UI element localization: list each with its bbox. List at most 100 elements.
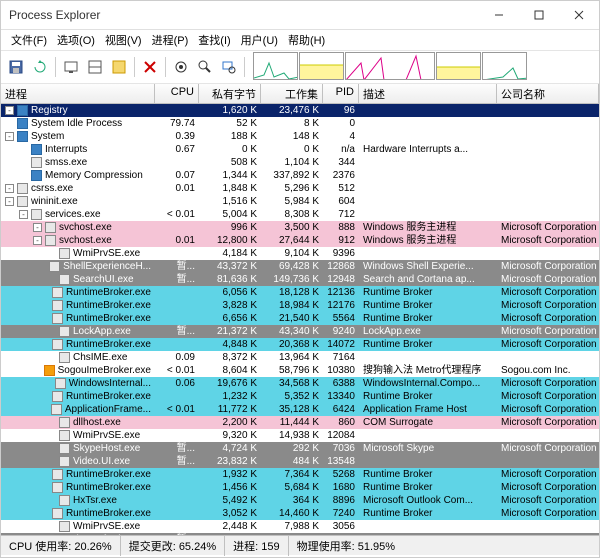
header-process[interactable]: 进程 [1, 84, 155, 103]
tree-toggle[interactable]: - [5, 197, 14, 206]
tree-toggle[interactable]: - [5, 106, 14, 115]
process-name: smss.exe [45, 156, 87, 169]
table-row[interactable]: -System0.39188 K148 K4 [1, 130, 599, 143]
kill-icon[interactable] [139, 56, 161, 78]
cpu-graph[interactable] [253, 52, 298, 80]
table-row[interactable]: -csrss.exe0.011,848 K5,296 K512 [1, 182, 599, 195]
header-pid[interactable]: PID [323, 84, 359, 103]
table-row[interactable]: HxTsr.exe5,492 K364 K8896Microsoft Outlo… [1, 494, 599, 507]
process-name: RuntimeBroker.exe [66, 507, 151, 520]
process-name: WindowsInternal... [69, 377, 151, 390]
table-row[interactable]: Interrupts0.670 K0 Kn/aHardware Interrup… [1, 143, 599, 156]
header-description[interactable]: 描述 [359, 84, 497, 103]
commit-graph[interactable] [299, 52, 344, 80]
gpu-graph[interactable] [482, 52, 527, 80]
table-row[interactable]: -wininit.exe1,516 K5,984 K604 [1, 195, 599, 208]
menu-user[interactable]: 用户(U) [237, 31, 282, 49]
table-row[interactable]: -svchost.exe996 K3,500 K888Windows 服务主进程… [1, 221, 599, 234]
menubar: 文件(F) 选项(O) 视图(V) 进程(P) 查找(I) 用户(U) 帮助(H… [1, 30, 599, 50]
process-name: SkypeHost.exe [73, 442, 140, 455]
process-name: RuntimeBroker.exe [66, 299, 151, 312]
table-row[interactable]: SearchUI.exe暂...81,636 K149,736 K12948Se… [1, 273, 599, 286]
process-name: RuntimeBroker.exe [66, 390, 151, 403]
process-icon [59, 495, 70, 506]
table-row[interactable]: LockApp.exe暂...21,372 K43,340 K9240LockA… [1, 325, 599, 338]
table-row[interactable]: RuntimeBroker.exe6,056 K18,128 K12136Run… [1, 286, 599, 299]
target-icon[interactable] [170, 56, 192, 78]
tree-toggle[interactable]: - [5, 132, 14, 141]
process-name: ChsIME.exe [73, 351, 127, 364]
process-name: dllhost.exe [73, 416, 121, 429]
table-row[interactable]: dllhost.exe2,200 K11,444 K860COM Surroga… [1, 416, 599, 429]
menu-options[interactable]: 选项(O) [53, 31, 99, 49]
table-row[interactable]: -svchost.exe0.0112,800 K27,644 K912Windo… [1, 234, 599, 247]
process-icon [52, 508, 63, 519]
header-workingset[interactable]: 工作集 [261, 84, 323, 103]
table-row[interactable]: Memory Compression0.071,344 K337,892 K23… [1, 169, 599, 182]
process-icon [52, 300, 63, 311]
table-row[interactable]: RuntimeBroker.exe1,932 K7,364 K5268Runti… [1, 468, 599, 481]
io-graph[interactable] [345, 52, 435, 80]
process-icon [31, 209, 42, 220]
table-row[interactable]: ShellExperienceH...暂...43,372 K69,428 K1… [1, 260, 599, 273]
table-row[interactable]: SogouImeBroker.exe< 0.018,604 K58,796 K1… [1, 364, 599, 377]
header-privbytes[interactable]: 私有字节 [199, 84, 261, 103]
process-icon [55, 378, 66, 389]
tree-toggle[interactable]: - [33, 236, 42, 245]
table-row[interactable]: RuntimeBroker.exe4,848 K20,368 K14072Run… [1, 338, 599, 351]
process-icon [17, 105, 28, 116]
process-icon [44, 365, 55, 376]
header-company[interactable]: 公司名称 [497, 84, 599, 103]
table-row[interactable]: WmiPrvSE.exe9,320 K14,938 K12084 [1, 429, 599, 442]
status-cpu: CPU 使用率: 20.26% [1, 536, 121, 556]
table-row[interactable]: RuntimeBroker.exe3,052 K14,460 K7240Runt… [1, 507, 599, 520]
physmem-graph[interactable] [436, 52, 481, 80]
process-icon [59, 521, 70, 532]
table-row[interactable]: -Registry1,620 K23,476 K96 [1, 104, 599, 117]
table-row[interactable]: RuntimeBroker.exe1,456 K5,684 K1680Runti… [1, 481, 599, 494]
table-row[interactable]: RuntimeBroker.exe1,232 K5,352 K13340Runt… [1, 390, 599, 403]
table-row[interactable]: WmiPrvSE.exe4,184 K9,104 K9396 [1, 247, 599, 260]
table-row[interactable]: SkypeHost.exe暂...4,724 K292 K7036Microso… [1, 442, 599, 455]
table-row[interactable]: smss.exe508 K1,104 K344 [1, 156, 599, 169]
menu-find[interactable]: 查找(I) [194, 31, 234, 49]
sysinfo-icon[interactable] [60, 56, 82, 78]
save-icon[interactable] [5, 56, 27, 78]
layout-icon[interactable] [84, 56, 106, 78]
process-name: ShellExperienceH... [63, 260, 151, 273]
process-icon [52, 313, 63, 324]
process-icon [17, 196, 28, 207]
minimize-button[interactable] [479, 1, 519, 29]
tree-toggle[interactable]: - [5, 184, 14, 193]
process-icon [59, 274, 70, 285]
status-memory: 物理使用率: 51.95% [289, 536, 599, 556]
table-row[interactable]: RuntimeBroker.exe3,828 K18,984 K12176Run… [1, 299, 599, 312]
process-icon [49, 261, 60, 272]
header-cpu[interactable]: CPU [155, 84, 199, 103]
menu-view[interactable]: 视图(V) [101, 31, 146, 49]
table-row[interactable]: WmiPrvSE.exe2,448 K7,988 K3056 [1, 520, 599, 533]
table-row[interactable]: System Idle Process79.7452 K8 K0 [1, 117, 599, 130]
tree-toggle[interactable]: - [19, 210, 28, 219]
column-headers: 进程 CPU 私有字节 工作集 PID 描述 公司名称 [1, 84, 599, 104]
refresh-icon[interactable] [29, 56, 51, 78]
tree-toggle[interactable]: - [33, 223, 42, 232]
table-row[interactable]: RuntimeBroker.exe6,656 K21,540 K5564Runt… [1, 312, 599, 325]
menu-file[interactable]: 文件(F) [7, 31, 51, 49]
table-row[interactable]: Video.UI.exe暂...23,832 K484 K13548 [1, 455, 599, 468]
process-name: SearchUI.exe [73, 273, 134, 286]
close-button[interactable] [559, 1, 599, 29]
maximize-button[interactable] [519, 1, 559, 29]
table-row[interactable]: ApplicationFrame...< 0.0111,772 K35,128 … [1, 403, 599, 416]
process-icon [52, 287, 63, 298]
table-row[interactable]: -services.exe< 0.015,004 K8,308 K712 [1, 208, 599, 221]
table-row[interactable]: WindowsInternal...0.0619,676 K34,568 K63… [1, 377, 599, 390]
process-list[interactable]: -Registry1,620 K23,476 K96System Idle Pr… [1, 104, 599, 535]
menu-process[interactable]: 进程(P) [148, 31, 193, 49]
options-icon[interactable] [108, 56, 130, 78]
table-row[interactable]: ChsIME.exe0.098,372 K13,964 K7164 [1, 351, 599, 364]
findwindow-icon[interactable] [218, 56, 240, 78]
find-icon[interactable] [194, 56, 216, 78]
menu-help[interactable]: 帮助(H) [284, 31, 329, 49]
process-icon [45, 222, 56, 233]
